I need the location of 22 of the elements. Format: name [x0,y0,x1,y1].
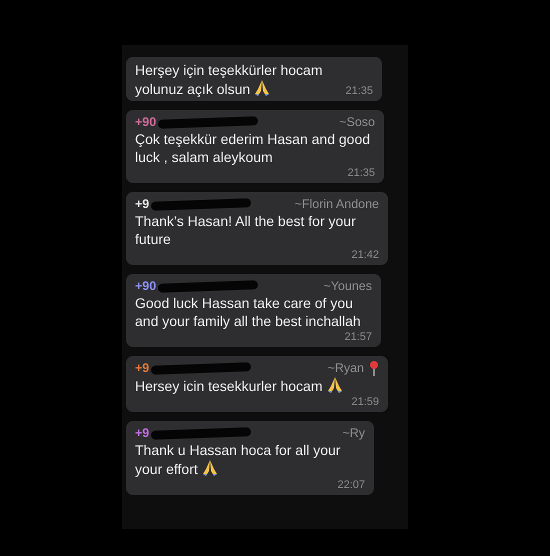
message-text: Good luck Hassan take care of you and your family all the best inchallah [135,294,362,330]
message-text: Thank u Hassan hoca for all your your effort [135,441,342,478]
message-text: Hersey icin tesekkurler hocam [135,376,343,395]
sender-number: +90 [135,114,156,130]
message-time: 21:35 [345,84,373,98]
sender-name: ~Soso [339,114,375,130]
message-time: 21:59 [351,395,379,409]
message-time: 22:07 [337,478,365,492]
message-time: 21:57 [344,330,372,344]
sender-name: ~Younes [323,278,372,294]
message-time: 21:42 [351,248,379,262]
sender-number: +9 [135,196,150,212]
sender-number: +90 [135,278,156,294]
message-text: Herşey için teşekkürler hocam yolunuz açık olsun [135,61,324,98]
sender-name: ~Ry [342,425,365,441]
sender-name: ~Florin Andone [294,196,379,212]
message-time: 21:35 [347,166,375,180]
sender-name: ~Ryan [328,360,364,376]
sender-number: +9 [135,360,150,376]
message-text: Çok teşekkür ederim Hasan and good luck , salam aleykoum [135,130,372,166]
message-text: Thank’s Hasan! All the best for your future [135,212,357,248]
sender-number: +9 [135,425,150,441]
